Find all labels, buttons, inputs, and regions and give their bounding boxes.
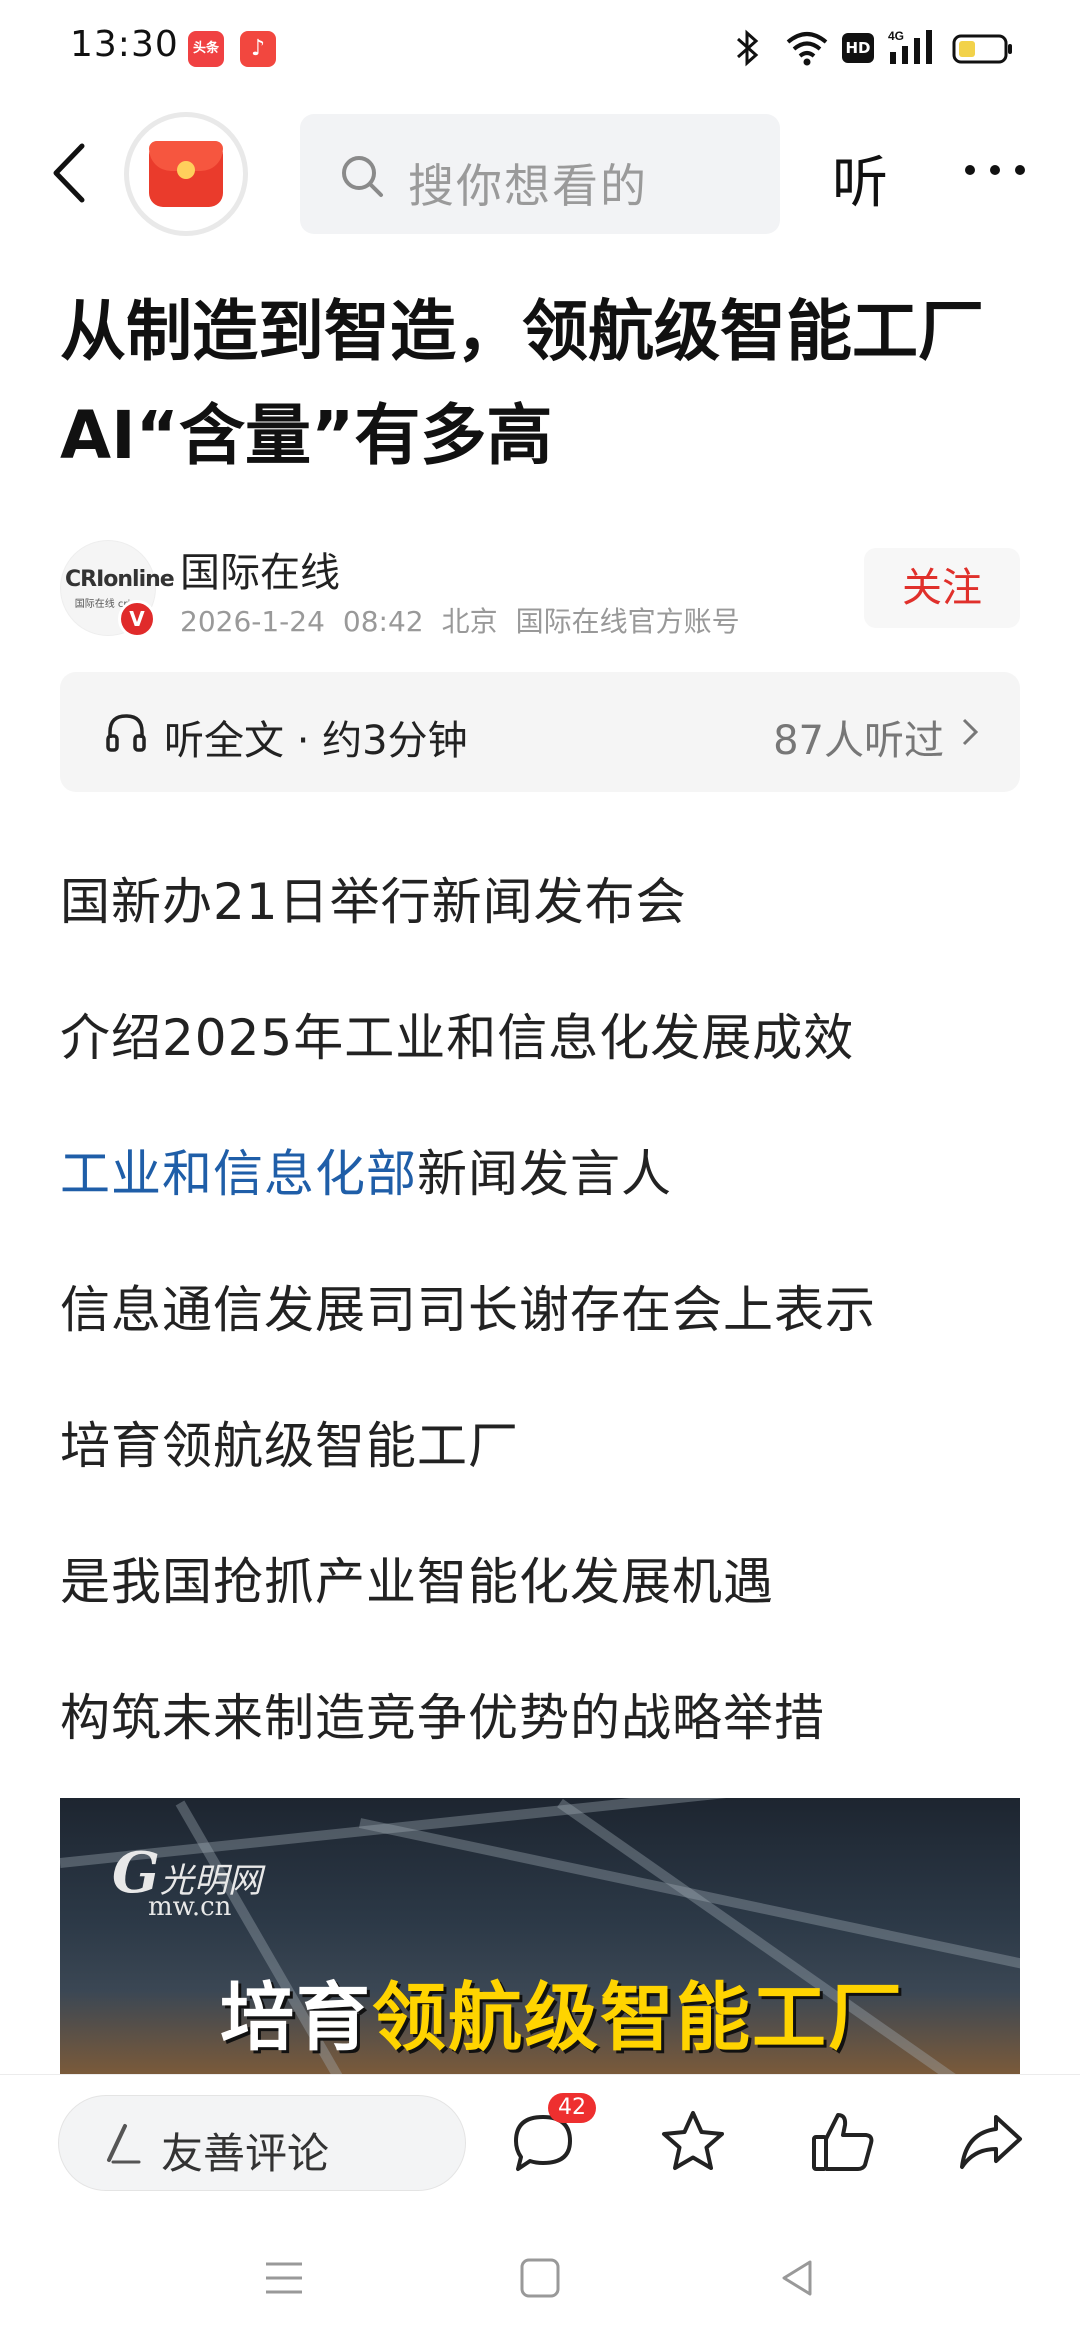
caption-white: 培育 bbox=[220, 1975, 372, 2061]
share-icon[interactable] bbox=[956, 2107, 1026, 2177]
publish-location: 北京 bbox=[441, 605, 498, 638]
body-paragraph: 构筑未来制造竞争优势的战略举措 bbox=[60, 1689, 825, 1747]
pen-icon bbox=[107, 2124, 141, 2164]
music-app-icon: ♪ bbox=[240, 31, 276, 67]
listen-full-text-label: 听全文 · 约3分钟 bbox=[164, 718, 468, 764]
nav-back-icon[interactable] bbox=[776, 2256, 820, 2300]
publish-date: 2026-1-24 bbox=[180, 605, 325, 638]
listen-button[interactable]: 听 bbox=[832, 138, 888, 219]
status-time: 13:30 bbox=[70, 24, 179, 65]
caption-yellow: 领航级智能工厂 bbox=[372, 1975, 904, 2061]
toutiao-app-label: 头条 bbox=[192, 41, 219, 56]
menu-icon[interactable] bbox=[262, 2256, 306, 2300]
publish-time: 08:42 bbox=[342, 605, 424, 638]
bottom-action-bar: 友善评论 42 bbox=[0, 2074, 1080, 2214]
listen-count: 87人听过 bbox=[773, 718, 944, 764]
title-line-2: AI“含量”有多高 bbox=[60, 397, 553, 474]
author-logo-text: CRIonline bbox=[65, 567, 175, 592]
favorite-star-icon[interactable] bbox=[658, 2107, 728, 2177]
article-title: 从制造到智造，领航级智能工厂 AI“含量”有多高 bbox=[60, 280, 1030, 488]
search-placeholder: 搜你想看的 bbox=[408, 159, 648, 213]
author-name[interactable]: 国际在线 bbox=[180, 540, 340, 598]
back-arrow-icon[interactable] bbox=[46, 138, 96, 208]
verified-badge: V bbox=[118, 600, 156, 638]
body-paragraph: 是我国抢抓产业智能化发展机遇 bbox=[60, 1553, 774, 1611]
follow-button[interactable]: 关注 bbox=[864, 548, 1020, 628]
network-label: 4G bbox=[888, 29, 904, 43]
author-meta: 2026-1-24 08:42 北京 国际在线官方账号 bbox=[180, 600, 758, 640]
chevron-right-icon bbox=[962, 718, 979, 746]
home-icon[interactable] bbox=[518, 2256, 562, 2300]
account-type: 国际在线官方账号 bbox=[515, 605, 740, 638]
listen-full-text-bar[interactable]: 听全文 · 约3分钟 87人听过 bbox=[60, 672, 1020, 792]
signal-icon: 4G bbox=[888, 29, 932, 64]
hd-badge: HD bbox=[842, 33, 874, 63]
system-nav-bar bbox=[0, 2214, 1080, 2340]
wifi-icon bbox=[786, 32, 828, 66]
body-text: 新闻发言人 bbox=[417, 1145, 672, 1203]
thumbs-up-icon[interactable] bbox=[808, 2107, 878, 2177]
comment-placeholder: 友善评论 bbox=[161, 2129, 330, 2178]
top-bar: 搜你想看的 听 bbox=[0, 100, 1080, 240]
headphones-icon bbox=[106, 714, 146, 752]
ministry-link[interactable]: 工业和信息化部 bbox=[60, 1145, 417, 1203]
gmw-watermark-logo: G光明网 mw.cn bbox=[112, 1840, 262, 1922]
status-bar: 13:30 头条 ♪ HD 4G bbox=[0, 0, 1080, 96]
title-line-1: 从制造到智造，领航级智能工厂 bbox=[60, 293, 984, 370]
body-paragraph: 工业和信息化部新闻发言人 bbox=[60, 1134, 672, 1206]
bluetooth-icon bbox=[737, 29, 759, 67]
body-paragraph: 介绍2025年工业和信息化发展成效 bbox=[60, 1009, 855, 1067]
search-input[interactable]: 搜你想看的 bbox=[300, 114, 780, 234]
comment-count-badge: 42 bbox=[548, 2093, 596, 2123]
image-caption: 培育领航级智能工厂 bbox=[220, 1958, 904, 2065]
body-paragraph: 国新办21日举行新闻发布会 bbox=[60, 873, 687, 931]
red-packet-icon[interactable] bbox=[124, 112, 248, 236]
body-paragraph: 信息通信发展司司长谢存在会上表示 bbox=[60, 1281, 876, 1339]
search-icon bbox=[342, 156, 383, 197]
battery-icon bbox=[952, 34, 1012, 64]
article-image[interactable]: G光明网 mw.cn 培育领航级智能工厂 bbox=[60, 1798, 1020, 2074]
more-options-icon[interactable] bbox=[960, 160, 1030, 180]
toutiao-app-icon: 头条 bbox=[188, 31, 224, 67]
body-paragraph: 培育领航级智能工厂 bbox=[60, 1417, 519, 1475]
comment-input[interactable]: 友善评论 bbox=[58, 2095, 466, 2191]
